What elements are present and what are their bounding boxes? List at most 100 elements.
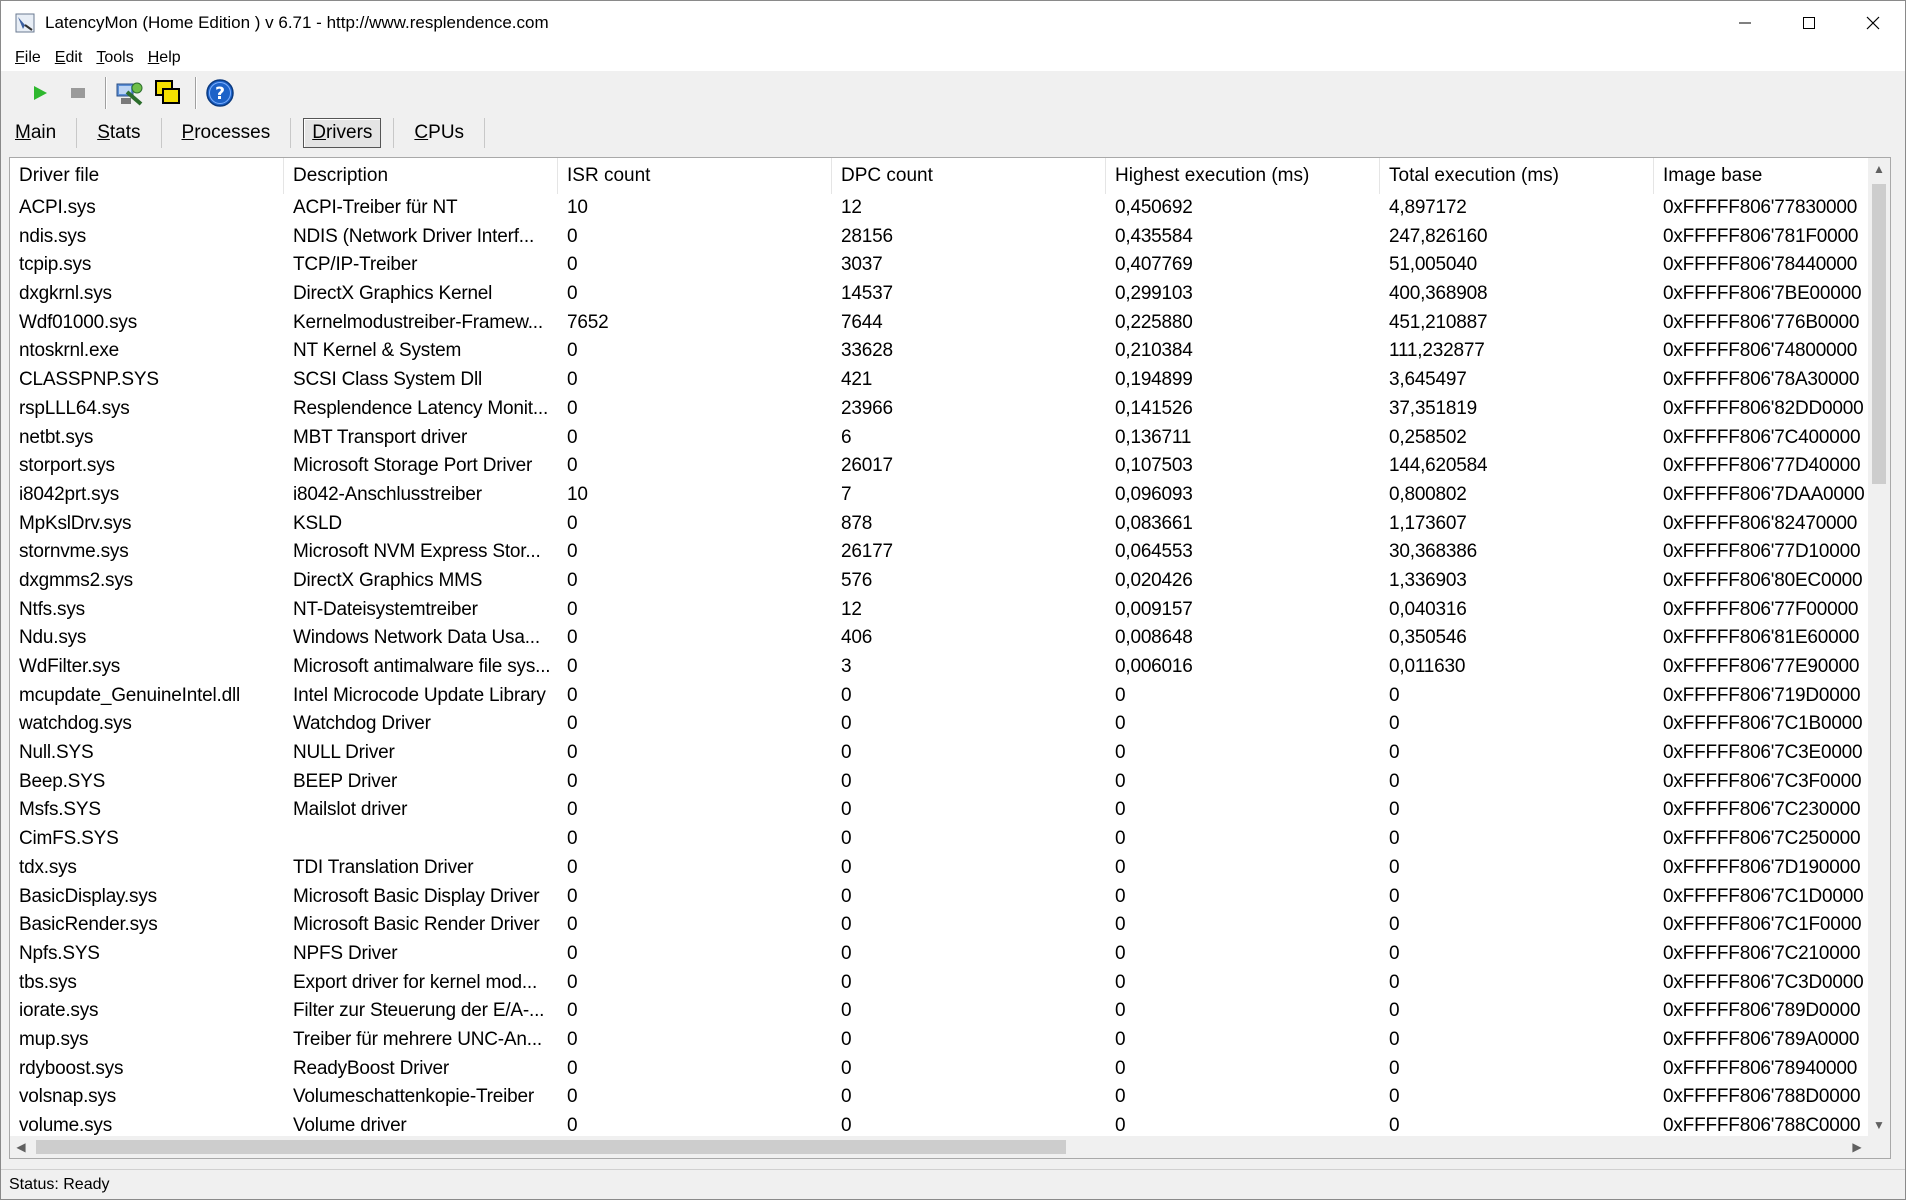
help-button[interactable]: ?	[203, 76, 237, 110]
drivers-list[interactable]: Driver file Description ISR count DPC co…	[9, 157, 1891, 1159]
table-row[interactable]: Ndu.sys Windows Network Data Usa... 0 406 0,…	[10, 624, 1870, 653]
table-row[interactable]: rspLLL64.sys Resplendence Latency Monit..…	[10, 395, 1870, 424]
column-header-dpc-count[interactable]: DPC count	[832, 158, 1106, 194]
cell-highest-execution: 0,210384	[1115, 340, 1193, 362]
cell-highest-execution: 0,407769	[1115, 254, 1193, 276]
cell-description: DirectX Graphics Kernel	[293, 283, 493, 305]
column-header-isr-count[interactable]: ISR count	[558, 158, 832, 194]
table-row[interactable]: Null.SYS NULL Driver 0 0 0 0 0xFFFFF806'7C3E00…	[10, 739, 1870, 768]
menu-help[interactable]: Help	[148, 49, 181, 67]
cell-dpc-count: 576	[841, 569, 873, 591]
cell-image-base: 0xFFFFF806'7BE00000	[1663, 283, 1862, 305]
tab-stats[interactable]: Stats	[89, 119, 148, 147]
cell-total-execution: 0	[1389, 971, 1400, 993]
cell-description: Microsoft Basic Render Driver	[293, 914, 540, 936]
cell-description: NPFS Driver	[293, 942, 398, 964]
cell-driver-file: Ntfs.sys	[19, 598, 85, 620]
table-row[interactable]: BasicRender.sys Microsoft Basic Render Dr…	[10, 911, 1870, 940]
table-row[interactable]: ndis.sys NDIS (Network Driver Interf... 0 2…	[10, 223, 1870, 252]
table-row[interactable]: Npfs.SYS NPFS Driver 0 0 0 0 0xFFFFF806'7C2100…	[10, 940, 1870, 969]
cell-description: Microsoft Storage Port Driver	[293, 455, 533, 477]
tab-processes[interactable]: Processes	[174, 119, 279, 147]
scroll-up-icon[interactable]: ▲	[1868, 158, 1890, 180]
cell-dpc-count: 26017	[841, 455, 893, 477]
cell-isr-count: 0	[567, 369, 578, 391]
cell-highest-execution: 0,064553	[1115, 541, 1193, 563]
cell-highest-execution: 0	[1115, 942, 1126, 964]
vertical-scrollbar[interactable]: ▲ ▼	[1868, 158, 1890, 1136]
column-header-description[interactable]: Description	[284, 158, 558, 194]
cell-total-execution: 0,011630	[1389, 656, 1466, 677]
vertical-scroll-thumb[interactable]	[1872, 184, 1886, 484]
column-header-highest-execution[interactable]: Highest execution (ms)	[1106, 158, 1380, 194]
table-row[interactable]: iorate.sys Filter zur Steuerung der E/A-.…	[10, 997, 1870, 1026]
cell-driver-file: i8042prt.sys	[19, 483, 120, 505]
table-row[interactable]: volsnap.sys Volumeschattenkopie-Treiber 0 0…	[10, 1083, 1870, 1112]
cell-dpc-count: 0	[841, 885, 852, 907]
table-row[interactable]: ntoskrnl.exe NT Kernel & System 0 33628 0,21…	[10, 337, 1870, 366]
cell-highest-execution: 0	[1115, 971, 1126, 993]
table-row[interactable]: i8042prt.sys i8042-Anschlusstreiber 10 7 0,0…	[10, 481, 1870, 510]
table-row[interactable]: tcpip.sys TCP/IP-Treiber 0 3037 0,407769 51,0…	[10, 251, 1870, 280]
table-row[interactable]: Ntfs.sys NT-Dateisystemtreiber 0 12 0,009157…	[10, 596, 1870, 625]
maximize-button[interactable]	[1777, 1, 1841, 45]
cell-total-execution: 3,645497	[1389, 369, 1467, 391]
cell-description: Resplendence Latency Monit...	[293, 397, 549, 419]
table-row[interactable]: CimFS.SYS 0 0 0 0 0xFFFFF806'7C250000	[10, 825, 1870, 854]
windows-button[interactable]	[151, 76, 185, 110]
scroll-right-icon[interactable]: ▶	[1846, 1136, 1868, 1158]
column-header-total-execution[interactable]: Total execution (ms)	[1380, 158, 1654, 194]
cell-dpc-count: 3	[841, 656, 852, 677]
table-row[interactable]: Msfs.SYS Mailslot driver 0 0 0 0 0xFFFFF806'7C…	[10, 796, 1870, 825]
table-row[interactable]: tbs.sys Export driver for kernel mod... 0 0…	[10, 969, 1870, 998]
table-row[interactable]: BasicDisplay.sys Microsoft Basic Display …	[10, 883, 1870, 912]
cell-image-base: 0xFFFFF806'78440000	[1663, 254, 1858, 276]
minimize-button[interactable]	[1713, 1, 1777, 45]
cell-highest-execution: 0	[1115, 684, 1126, 706]
explorer-button[interactable]	[113, 76, 147, 110]
table-row[interactable]: storport.sys Microsoft Storage Port Drive…	[10, 452, 1870, 481]
table-row[interactable]: WdFilter.sys Microsoft antimalware file s…	[10, 653, 1870, 682]
table-row[interactable]: dxgkrnl.sys DirectX Graphics Kernel 0 14537…	[10, 280, 1870, 309]
tab-drivers[interactable]: Drivers	[303, 118, 382, 148]
table-row[interactable]: Wdf01000.sys Kernelmodustreiber-Framew...…	[10, 309, 1870, 338]
table-row[interactable]: rdyboost.sys ReadyBoost Driver 0 0 0 0 0xFFFFF…	[10, 1055, 1870, 1084]
column-header-image-base[interactable]: Image base	[1654, 158, 1870, 194]
menu-help-rest: elp	[159, 49, 181, 66]
start-button[interactable]	[23, 76, 57, 110]
stop-button[interactable]	[61, 76, 95, 110]
tab-main[interactable]: Main	[7, 119, 64, 147]
table-row[interactable]: Beep.SYS BEEP Driver 0 0 0 0 0xFFFFF806'7C3F00…	[10, 768, 1870, 797]
table-row[interactable]: ACPI.sys ACPI-Treiber für NT 10 12 0,450692 4…	[10, 194, 1870, 223]
table-row[interactable]: mup.sys Treiber für mehrere UNC-An... 0 0 0 0…	[10, 1026, 1870, 1055]
cell-total-execution: 51,005040	[1389, 254, 1478, 276]
table-row[interactable]: tdx.sys TDI Translation Driver 0 0 0 0 0xFFFFF…	[10, 854, 1870, 883]
scroll-down-icon[interactable]: ▼	[1868, 1114, 1890, 1136]
tab-cpus-rest: PUs	[428, 122, 465, 143]
tab-cpus[interactable]: CPUs	[406, 119, 472, 147]
cell-total-execution: 4,897172	[1389, 197, 1467, 218]
table-row[interactable]: mcupdate_GenuineIntel.dll Intel Microcode…	[10, 682, 1870, 711]
horizontal-scrollbar[interactable]: ◀ ▶	[10, 1136, 1868, 1158]
scroll-left-icon[interactable]: ◀	[10, 1136, 32, 1158]
table-row[interactable]: CLASSPNP.SYS SCSI Class System Dll 0 421 0,1…	[10, 366, 1870, 395]
table-row[interactable]: netbt.sys MBT Transport driver 0 6 0,136711 0…	[10, 424, 1870, 453]
cell-highest-execution: 0,096093	[1115, 483, 1193, 505]
column-header-driver-file[interactable]: Driver file	[10, 158, 284, 194]
table-row[interactable]: MpKslDrv.sys KSLD 0 878 0,083661 1,173607 0xFF…	[10, 510, 1870, 539]
menu-file[interactable]: File	[15, 49, 41, 67]
close-button[interactable]	[1841, 1, 1905, 45]
table-row[interactable]: stornvme.sys Microsoft NVM Express Stor..…	[10, 538, 1870, 567]
cell-total-execution: 0,040316	[1389, 598, 1467, 620]
table-body: ACPI.sys ACPI-Treiber für NT 10 12 0,450692 4…	[10, 194, 1870, 1141]
menu-edit[interactable]: Edit	[55, 49, 83, 67]
cell-isr-count: 0	[567, 541, 578, 563]
table-row[interactable]: watchdog.sys Watchdog Driver 0 0 0 0 0xFFFFF80…	[10, 710, 1870, 739]
cell-total-execution: 0	[1389, 914, 1400, 936]
menu-tools[interactable]: Tools	[96, 49, 133, 67]
table-row[interactable]: dxgmms2.sys DirectX Graphics MMS 0 576 0,020…	[10, 567, 1870, 596]
cell-description: Mailslot driver	[293, 799, 408, 821]
horizontal-scroll-thumb[interactable]	[36, 1140, 1066, 1154]
cell-image-base: 0xFFFFF806'7C400000	[1663, 426, 1861, 448]
cell-dpc-count: 0	[841, 1057, 852, 1079]
